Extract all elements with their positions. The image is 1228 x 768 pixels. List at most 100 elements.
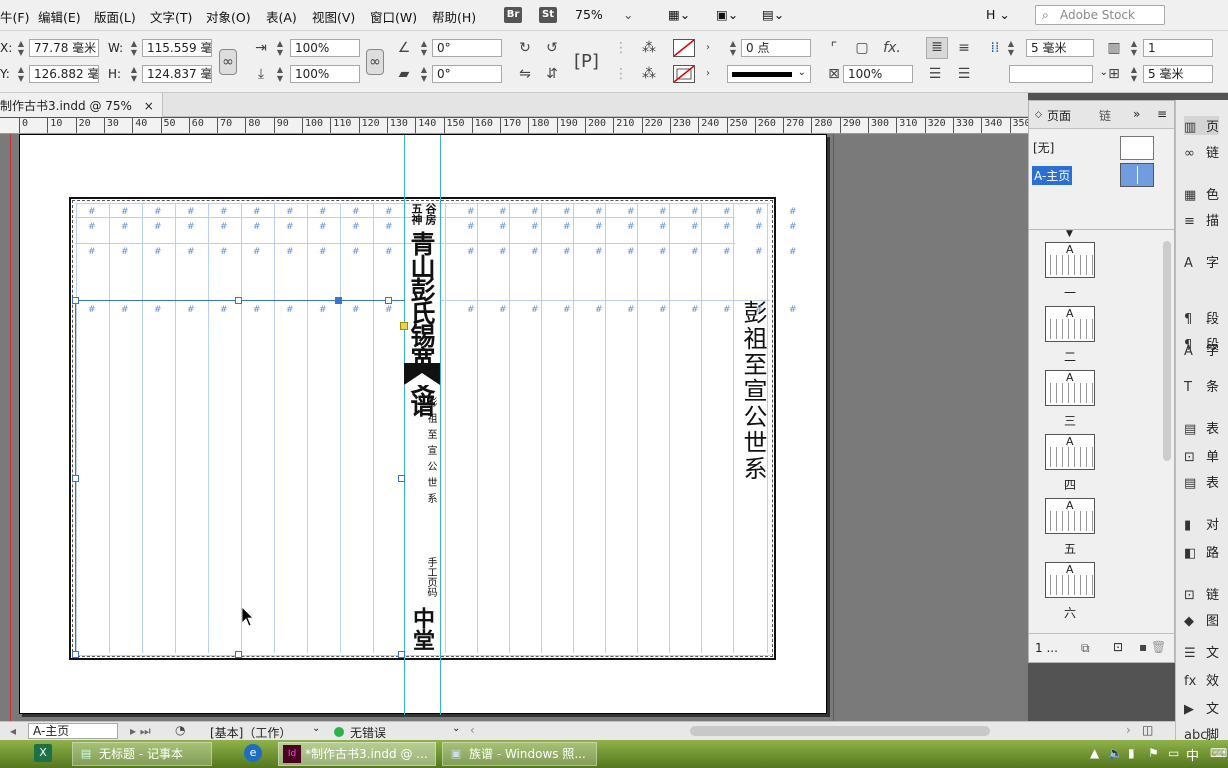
preview-icon[interactable]: ◔ (175, 723, 185, 737)
close-icon[interactable]: × (144, 99, 154, 113)
reference-point-icon[interactable]: [P] (574, 49, 599, 75)
dock-panel-color[interactable]: ▦ 色 (1184, 184, 1219, 203)
resize-handle-tc[interactable] (235, 297, 242, 304)
gutter-stepper[interactable]: ▲ ▼ (1005, 39, 1017, 57)
preflight-errors[interactable]: 无错误 (350, 724, 386, 741)
resize-handle-br[interactable] (398, 651, 405, 658)
select-content-icon[interactable]: ⋮ (612, 65, 630, 83)
menu-view[interactable]: 视图(V) (312, 7, 355, 26)
tab-pages[interactable]: 页面 (1047, 107, 1071, 124)
align-top-icon[interactable]: ≣ (926, 37, 948, 59)
display-icon[interactable]: ▭ (1168, 746, 1179, 760)
excel-icon[interactable]: X (34, 744, 52, 762)
rotate-stepper[interactable]: ▲ ▼ (418, 39, 430, 57)
columns-field[interactable]: 1 (1143, 39, 1213, 57)
bridge-button[interactable]: Br (504, 7, 522, 23)
action-center-icon[interactable]: ⚑ (1148, 746, 1159, 760)
align-center-icon[interactable]: ≡ (955, 39, 973, 57)
text-frame-inset-icon[interactable]: ⁞⁞ (986, 39, 1004, 57)
scale-x-field[interactable]: 100% (290, 39, 360, 57)
h-stepper[interactable]: ▲ ▼ (128, 65, 140, 83)
page-thumbnail[interactable]: A六 (1045, 562, 1095, 621)
stroke-type-select[interactable]: ⌄ (727, 65, 811, 83)
page-size-icon[interactable]: ⧉ (1081, 641, 1090, 656)
x-field[interactable]: 77.78 毫米 (29, 39, 99, 57)
shear-field[interactable]: 0° (432, 65, 502, 83)
stroke-weight-stepper[interactable]: ▲ ▼ (727, 39, 739, 57)
page-thumbnail[interactable]: A五 (1045, 498, 1095, 557)
taskbar-indesign[interactable]: Id *制作古书3.indd @ ... (278, 742, 436, 766)
delete-page-icon[interactable]: 🗑 (1151, 640, 1166, 654)
horizontal-scrollbar[interactable] (690, 726, 990, 736)
flip-horizontal-icon[interactable]: ⇋ (516, 65, 534, 83)
align-bottom-icon[interactable]: ☰ (926, 65, 944, 83)
new-page-icon[interactable]: ⊡ (1113, 640, 1123, 654)
scroll-right-icon[interactable]: › (1126, 723, 1131, 737)
menu-window[interactable]: 窗口(W) (370, 7, 417, 26)
w-field[interactable]: 115.559 毫 (142, 39, 212, 57)
dock-panel-pathfinder[interactable]: ◧ 路 (1184, 542, 1219, 561)
fill-chevron-icon[interactable]: › (699, 39, 717, 57)
dock-panel-cell-style[interactable]: ⊡ 单 (1184, 446, 1219, 465)
resize-handle-tl[interactable] (72, 297, 79, 304)
resize-handle-ml[interactable] (72, 475, 79, 482)
taskbar-photos[interactable]: ▣ 族谱 - Windows 照... (442, 742, 597, 766)
first-page-icon[interactable]: ◂ (10, 724, 16, 738)
scale-x-stepper[interactable]: ▲ ▼ (274, 39, 286, 57)
corner-options-icon[interactable]: ⌜ (825, 39, 843, 57)
x-stepper[interactable]: ▲ ▼ (15, 39, 27, 57)
horizontal-ruler[interactable]: 0 10 20 30 40 50 60 70 80 90 100 110 120 130 140 150 160… (0, 118, 1028, 134)
zoom-level[interactable]: 75% (575, 7, 603, 22)
select-next-icon[interactable]: ⁂ (640, 65, 658, 83)
master-none-thumb[interactable] (1120, 136, 1154, 160)
spine-title[interactable]: 青山彭氏锡宽支谱 (406, 231, 436, 415)
menu-help[interactable]: 帮助(H) (432, 7, 476, 26)
dock-panel-character[interactable]: A字 (1184, 252, 1219, 271)
menu-table[interactable]: 表(A) (266, 7, 297, 26)
tab-links[interactable]: 链 (1099, 107, 1111, 124)
show-hidden-icons[interactable]: ▲ (1090, 746, 1099, 760)
page[interactable]: 谷房 五神 青山彭氏锡宽支谱 彭祖至宣公世系 手工页码 中堂 彭祖至宣公世系 #… (19, 134, 827, 715)
more-tabs-icon[interactable]: » (1133, 107, 1140, 121)
scale-y-stepper[interactable]: ▲ ▼ (274, 65, 286, 83)
dock-panel-paragraph[interactable]: ¶ 段 (1184, 308, 1219, 327)
y-field[interactable]: 126.882 毫 (29, 65, 99, 83)
menu-layout[interactable]: 版面(L) (94, 7, 136, 26)
volume-icon[interactable]: 🔈 (1108, 746, 1123, 760)
menu-edit[interactable]: 编辑(E) (38, 7, 81, 26)
rotate-cw-icon[interactable]: ↻ (516, 39, 534, 57)
stroke-chevron-icon[interactable]: › (699, 65, 717, 83)
stroke-swatch[interactable] (673, 65, 695, 83)
scale-y-field[interactable]: 100% (290, 65, 360, 83)
dock-panel-text-frame[interactable]: ☰ 文 (1184, 642, 1219, 661)
dock-panel-table[interactable]: ▤ 表 (1184, 418, 1219, 437)
taskbar-notepad[interactable]: ▤ 无标题 - 记事本 (72, 742, 212, 766)
stock-button[interactable]: St (539, 7, 557, 23)
dock-panel-effects[interactable]: fx 效 (1184, 670, 1219, 689)
resize-handle-tcr[interactable] (335, 297, 342, 304)
resize-handle-bl[interactable] (72, 651, 79, 658)
right-page-title[interactable]: 彭祖至宣公世系 (738, 300, 768, 482)
flip-vertical-icon[interactable]: ⇵ (543, 65, 561, 83)
page-thumbnail[interactable]: A一 (1045, 242, 1095, 301)
menu-file[interactable]: 牛(F) (0, 7, 29, 26)
menu-type[interactable]: 文字(T) (150, 7, 192, 26)
effects-fx-icon[interactable]: fx. (883, 39, 901, 57)
menu-object[interactable]: 对象(O) (206, 7, 251, 26)
chevron-down-icon[interactable]: ⌄ (452, 723, 460, 734)
resize-handle-tr[interactable] (385, 297, 392, 304)
dock-panel-pages[interactable]: ▥ 页 (1184, 116, 1220, 135)
dock-panel-stroke[interactable]: ≡ 描 (1184, 210, 1219, 229)
keyboard-icon[interactable]: ⌨ (1210, 746, 1227, 760)
master-none[interactable]: [无] (1033, 139, 1054, 156)
rotate-field[interactable]: 0° (432, 39, 502, 57)
new-master-icon[interactable]: ▪ (1139, 640, 1147, 654)
drop-shadow-icon[interactable]: ▢ (853, 39, 871, 57)
chevron-down-icon[interactable]: ⌄ (312, 723, 320, 734)
opacity-field[interactable]: 100% (843, 65, 913, 83)
y-stepper[interactable]: ▲ ▼ (15, 65, 27, 83)
page-thumbnail[interactable]: A四 (1045, 434, 1095, 493)
dock-panel-para-style[interactable]: ¶ 段 (1184, 334, 1219, 353)
page-number-field[interactable]: A-主页 (28, 723, 118, 739)
ime-indicator[interactable]: 中 (1186, 745, 1199, 764)
